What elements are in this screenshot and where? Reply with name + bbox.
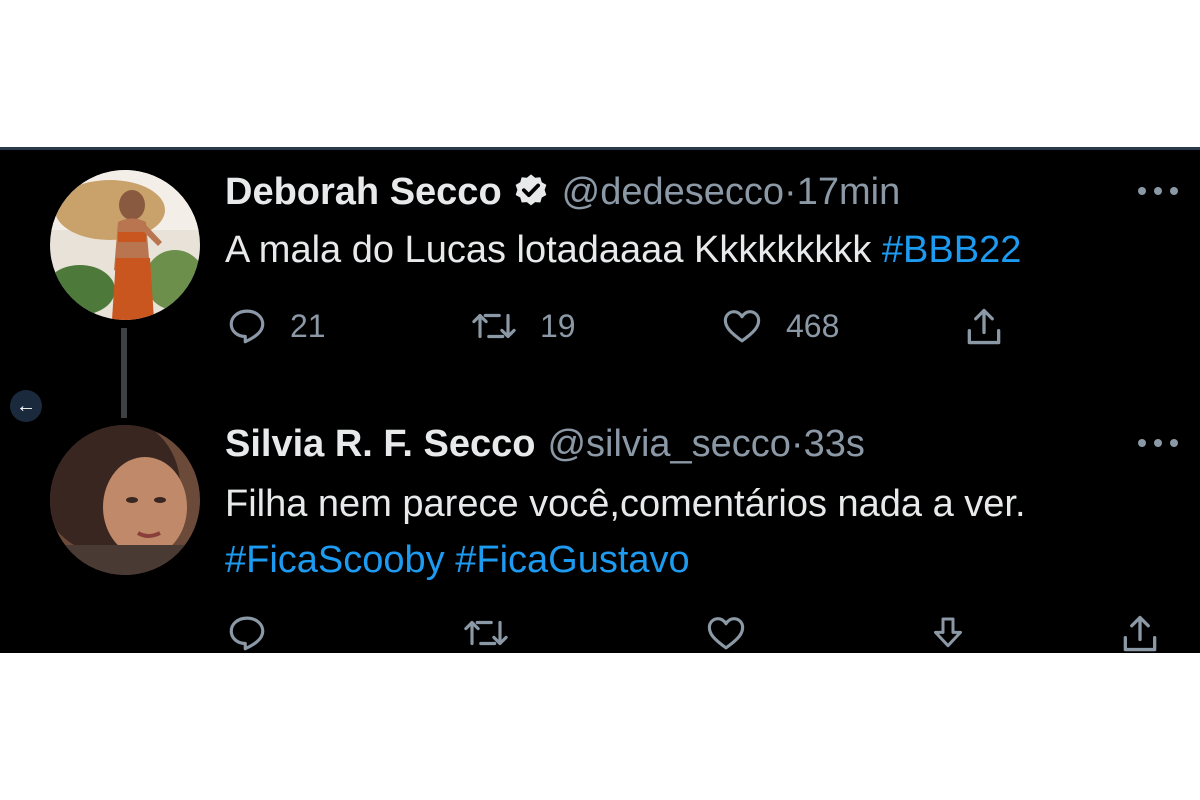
download-button[interactable] xyxy=(928,612,968,653)
reply-count: 21 xyxy=(290,307,326,344)
share-button[interactable] xyxy=(962,305,1006,349)
hashtag-link[interactable]: #BBB22 xyxy=(882,229,1021,271)
avatar[interactable] xyxy=(50,170,200,320)
hashtag-link[interactable]: #FicaScooby xyxy=(225,539,445,581)
avatar-photo-icon xyxy=(50,170,200,320)
author-name[interactable]: Silvia R. F. Secco xyxy=(225,423,535,465)
tweet-text: A mala do Lucas lotadaaaa Kkkkkkkkk #BBB… xyxy=(225,222,1021,278)
page: ← Deborah Secco @dedesecco·17min A mala … xyxy=(0,0,1200,800)
heart-icon xyxy=(723,310,761,343)
like-button[interactable]: 468 xyxy=(720,305,839,347)
heart-icon xyxy=(707,617,745,650)
back-button[interactable]: ← xyxy=(10,390,42,422)
reply-icon xyxy=(229,616,265,651)
share-icon xyxy=(967,308,1001,345)
reply-icon xyxy=(229,309,265,344)
arrow-left-icon: ← xyxy=(16,395,36,417)
retweet-count: 19 xyxy=(540,307,576,344)
avatar[interactable] xyxy=(50,425,200,575)
share-button[interactable] xyxy=(1118,612,1162,653)
tweet-text: Filha nem parece você,comentários nada a… xyxy=(225,476,1026,588)
tweet-thread-screenshot: ← Deborah Secco @dedesecco·17min A mala … xyxy=(0,147,1200,653)
more-options-icon[interactable] xyxy=(1136,436,1180,450)
timestamp[interactable]: 33s xyxy=(804,423,865,465)
like-button[interactable] xyxy=(704,612,748,653)
thread-connector-line xyxy=(121,328,127,418)
hashtag-link[interactable]: #FicaGustavo xyxy=(455,539,689,581)
retweet-button[interactable] xyxy=(462,612,510,653)
more-options-icon[interactable] xyxy=(1136,184,1180,198)
like-count: 468 xyxy=(786,307,840,344)
arrow-down-icon xyxy=(934,617,962,648)
tweet-header: Deborah Secco @dedesecco·17min xyxy=(225,170,900,214)
author-handle[interactable]: @dedesecco xyxy=(562,171,784,213)
tweet-body: A mala do Lucas lotadaaaa Kkkkkkkkk xyxy=(225,229,872,271)
reply-button[interactable]: 21 xyxy=(226,305,326,347)
retweet-icon xyxy=(472,313,516,339)
retweet-button[interactable]: 19 xyxy=(470,305,576,347)
tweet-header: Silvia R. F. Secco @silvia_secco·33s xyxy=(225,422,865,466)
avatar-photo-icon xyxy=(50,425,200,575)
tweet-body: Filha nem parece você,comentários nada a… xyxy=(225,483,1026,525)
separator-dot: · xyxy=(784,171,797,213)
share-icon xyxy=(1123,615,1157,652)
retweet-icon xyxy=(464,620,508,646)
separator-dot: · xyxy=(790,423,804,465)
author-handle[interactable]: @silvia_secco xyxy=(547,423,790,465)
verified-badge-icon xyxy=(515,174,547,206)
reply-button[interactable] xyxy=(226,612,268,653)
timestamp[interactable]: 17min xyxy=(797,171,901,213)
author-name[interactable]: Deborah Secco xyxy=(225,171,502,213)
